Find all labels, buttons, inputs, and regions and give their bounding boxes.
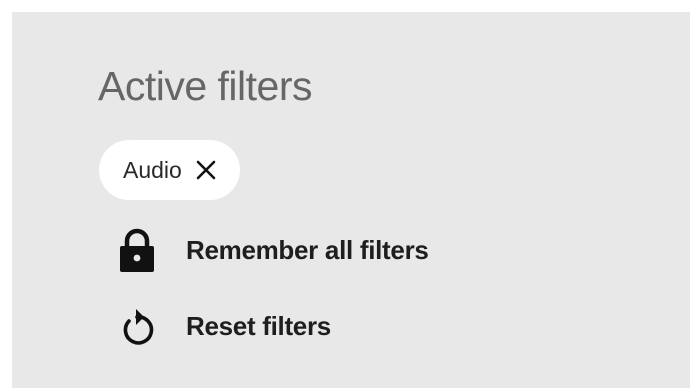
filter-chip-audio[interactable]: Audio — [99, 140, 240, 200]
reset-filters-label: Reset filters — [186, 310, 331, 341]
remember-all-filters-label: Remember all filters — [186, 234, 429, 265]
filter-chip-label: Audio — [123, 156, 182, 183]
reset-filters-button[interactable]: Reset filters — [116, 304, 331, 348]
active-filters-panel: Active filters Audio Remember all filter… — [12, 12, 690, 388]
remember-all-filters-button[interactable]: Remember all filters — [116, 228, 429, 272]
reset-icon — [116, 304, 158, 348]
lock-icon — [116, 228, 158, 272]
active-filters-title: Active filters — [98, 63, 313, 109]
close-icon[interactable] — [194, 158, 218, 182]
